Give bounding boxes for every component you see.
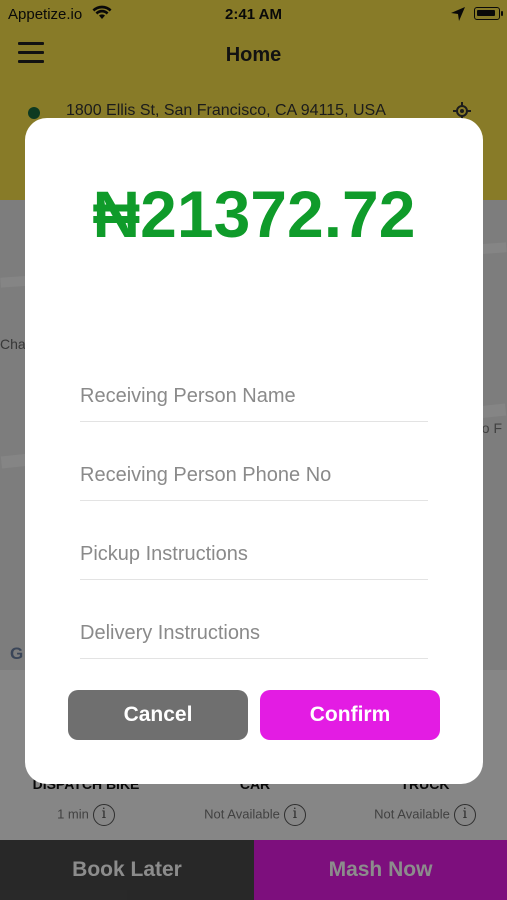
cancel-button[interactable]: Cancel xyxy=(68,690,248,740)
receiver-phone-field[interactable] xyxy=(80,451,428,501)
delivery-details-dialog: ₦21372.72 Cancel Confirm xyxy=(25,118,483,784)
receiver-name-field[interactable] xyxy=(80,372,428,422)
delivery-instructions-field[interactable] xyxy=(80,609,428,659)
confirm-button[interactable]: Confirm xyxy=(260,690,440,740)
pickup-instructions-field[interactable] xyxy=(80,530,428,580)
fare-amount: ₦21372.72 xyxy=(92,177,416,251)
